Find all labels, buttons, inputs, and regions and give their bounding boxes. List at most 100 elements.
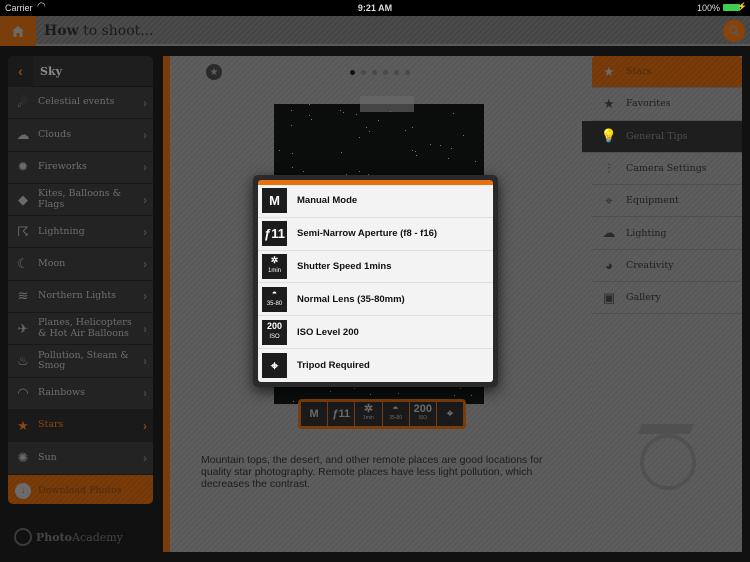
search-button[interactable] (723, 20, 745, 42)
setting-chip[interactable]: ƒ11 (328, 402, 355, 426)
tip-description: Mountain tops, the desert, and other rem… (201, 454, 543, 490)
setting-chip[interactable]: ◓ 35-80 (382, 402, 409, 426)
star-dot (451, 147, 453, 149)
search-icon (728, 25, 740, 37)
star-dot (292, 167, 294, 169)
battery-percentage: 100% (696, 3, 720, 13)
icon-main: ⌖ (270, 357, 279, 373)
chevron-right-icon: › (143, 321, 147, 336)
topic-item[interactable]: ★ Stars (592, 56, 742, 89)
lightbulb-icon: 💡 (600, 128, 618, 144)
star-dot (308, 104, 310, 106)
page-dot[interactable] (350, 70, 355, 75)
sidebar-item-label: Rainbows (38, 387, 85, 399)
topic-item[interactable]: ⫶ Camera Settings (592, 153, 742, 186)
shutter-icon: ✲ 1min (262, 253, 287, 279)
academy-watermark-icon (640, 434, 696, 490)
sidebar-item-label: Planes, Helicopters & Hot Air Balloons (38, 317, 132, 339)
star-dot (370, 394, 372, 396)
sliders-icon: ⫶ (607, 160, 611, 176)
sidebar-item[interactable]: ≋ Northern Lights › (8, 280, 153, 314)
cloud-icon: ☁ (16, 126, 30, 142)
sidebar-item[interactable]: ♨ Pollution, Steam & Smog › (8, 345, 153, 378)
star-dot (291, 110, 293, 112)
app-header: How to shoot... (0, 16, 750, 46)
setting-chip-sub: 35-80 (389, 415, 402, 421)
topic-item[interactable]: ▣ Gallery (592, 282, 742, 315)
camera-settings-bar[interactable]: Mƒ11 ✲ 1min ◓ 35-80 200 ISO ⌖ (298, 399, 466, 429)
chevron-right-icon: › (143, 127, 147, 142)
page-indicator[interactable] (350, 70, 410, 75)
topic-item[interactable]: ⌖ Equipment (592, 185, 742, 218)
setting-chip[interactable]: 200 ISO (409, 402, 436, 426)
sidebar-item[interactable]: ✈ Planes, Helicopters & Hot Air Balloons… (8, 313, 153, 346)
sidebar-item[interactable]: ☁ Clouds › (8, 119, 153, 152)
sidebar-item[interactable]: ✹ Fireworks › (8, 151, 153, 184)
chevron-left-icon: ‹ (18, 63, 23, 79)
page-dot[interactable] (383, 70, 388, 75)
star-dot (292, 401, 294, 403)
page-dot[interactable] (361, 70, 366, 75)
topic-item-label: General Tips (626, 130, 688, 142)
sidebar-item-label: Sun (38, 451, 57, 463)
chevron-right-icon: › (143, 95, 147, 110)
topic-item[interactable]: ◕ Creativity (592, 250, 742, 283)
setting-chip[interactable]: ✲ 1min (355, 402, 382, 426)
setting-row: 200 ISO ISO Level 200 (258, 316, 493, 349)
star-dot (359, 170, 361, 172)
star-dot (302, 171, 304, 173)
topic-item[interactable]: 💡 General Tips (582, 120, 742, 153)
sidebar-item[interactable]: ★ Stars › (8, 409, 153, 443)
star-dot (415, 151, 417, 153)
topic-item[interactable]: ☁ Lighting (592, 217, 742, 250)
chevron-right-icon: › (143, 418, 147, 433)
page-dot[interactable] (405, 70, 410, 75)
star-dot (460, 388, 462, 390)
kite-icon: ◆ (18, 191, 28, 207)
back-button[interactable]: ‹ (8, 56, 33, 87)
star-icon: ★ (603, 63, 615, 79)
sidebar-item[interactable]: ✺ Sun › (8, 442, 153, 475)
sidebar-item[interactable]: ◆ Kites, Balloons & Flags › (8, 183, 153, 217)
star-icon: ★ (17, 417, 29, 433)
favorite-button[interactable]: ★ (206, 64, 222, 80)
palette-icon: ◕ (605, 257, 613, 273)
chevron-right-icon: › (143, 450, 147, 465)
star-dot (341, 151, 343, 153)
icon-main: ✲ (270, 255, 279, 266)
topic-item[interactable]: ★ Favorites (592, 88, 742, 121)
brand-rest: Academy (72, 530, 123, 544)
home-button[interactable] (0, 16, 36, 46)
sidebar-title: Sky (40, 64, 62, 78)
sidebar-item-label: Lightning (38, 225, 85, 237)
sidebar-item-label: Moon (38, 257, 66, 269)
camera-settings-popup: M Manual Mode ƒ11 Semi-Narrow Aperture (f… (253, 175, 498, 387)
setting-chip[interactable]: ⌖ (436, 402, 464, 426)
sidebar-item-label: Fireworks (38, 160, 87, 172)
setting-chip[interactable]: M (301, 402, 328, 426)
sidebar-item[interactable]: ☈ Lightning › (8, 216, 153, 249)
setting-row: ◓ 35-80 Normal Lens (35-80mm) (258, 283, 493, 317)
aurora-icon: ≋ (17, 288, 29, 304)
sidebar-item[interactable]: ◠ Rainbows › (8, 377, 153, 410)
lightning-icon: ☈ (17, 223, 29, 239)
category-sidebar: ‹ Sky ☄ Celestial events › ☁ Clouds › ✹ Fi… (8, 56, 153, 504)
lens-icon: ◓ 35-80 (262, 286, 287, 312)
setting-chip-sub: 1min (363, 415, 374, 421)
page-dot[interactable] (394, 70, 399, 75)
topic-item-label: Camera Settings (626, 163, 707, 175)
page-dot[interactable] (372, 70, 377, 75)
star-dot (368, 131, 370, 133)
favorites-star-icon: ★ (603, 95, 615, 111)
download-photos-button[interactable]: ↓ Download Photos (8, 474, 153, 504)
sidebar-item[interactable]: ☾ Moon › (8, 248, 153, 281)
setting-chip-sub: ISO (418, 415, 428, 421)
setting-chip-value: ◓ (392, 403, 399, 415)
star-dot (454, 394, 456, 396)
sidebar-item[interactable]: ☄ Celestial events › (8, 87, 153, 120)
setting-row: ⌖ Tripod Required (258, 349, 493, 382)
fireworks-icon: ✹ (17, 159, 29, 175)
star-dot (377, 119, 379, 121)
title-bold: How (44, 23, 79, 39)
globe-logo-icon (14, 528, 32, 546)
